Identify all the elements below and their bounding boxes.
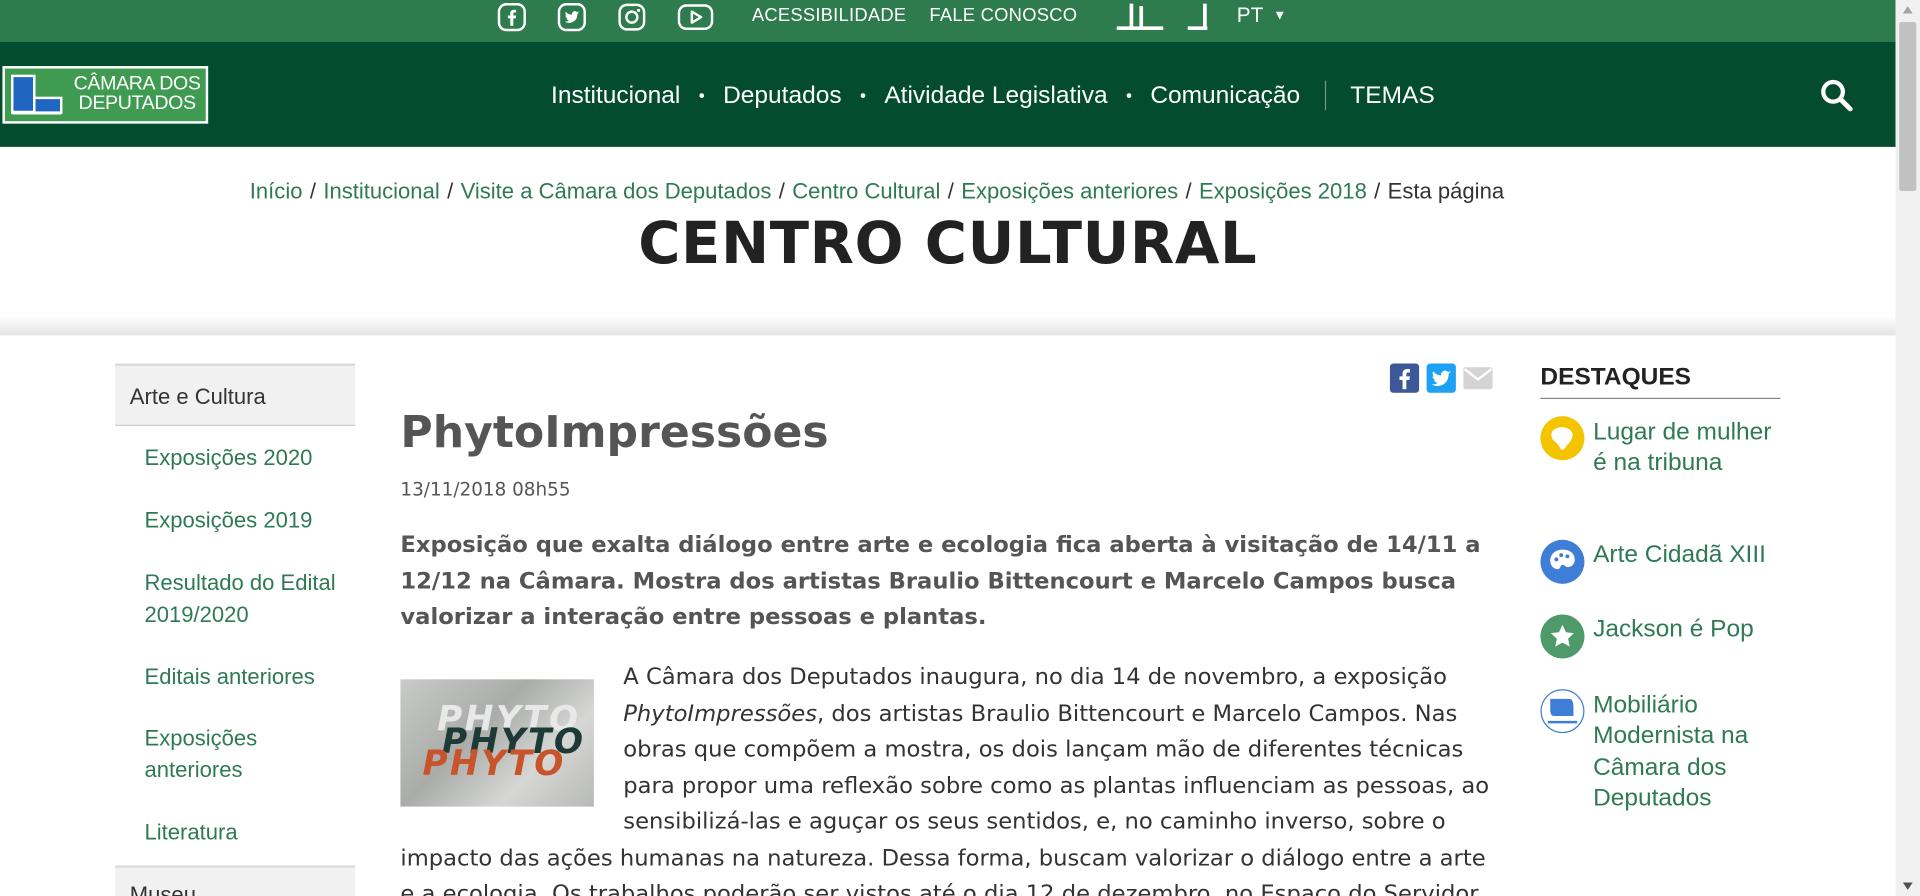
- sidebar-item-exposicoes-anteriores[interactable]: Exposições anteriores: [144, 722, 352, 786]
- page-title: CENTRO CULTURAL: [638, 210, 1258, 278]
- destaque-arte-cidada[interactable]: Arte Cidadã XIII: [1593, 540, 1777, 571]
- breadcrumb-link[interactable]: Início: [250, 179, 303, 203]
- breadcrumb: Início / Institucional / Visite a Câmara dos…: [250, 179, 1504, 205]
- congress-building-icon: [11, 74, 63, 115]
- destaques-title: DESTAQUES: [1540, 364, 1781, 400]
- main-nav: Institucional • Deputados • Atividade Le…: [551, 80, 1435, 111]
- main-header: CÂMARA DOS DEPUTADOS Institucional • Dep…: [0, 41, 1896, 147]
- breadcrumb-link[interactable]: Exposições anteriores: [961, 179, 1178, 203]
- scroll-down-arrow-icon[interactable]: [1896, 876, 1920, 896]
- search-icon[interactable]: [1820, 78, 1854, 112]
- breadcrumb-separator: /: [1185, 178, 1192, 204]
- language-selector[interactable]: PT ▼: [1237, 4, 1287, 28]
- header-shadow: [0, 315, 1896, 336]
- nav-temas[interactable]: TEMAS: [1350, 81, 1434, 109]
- breadcrumb-separator: /: [447, 178, 454, 204]
- email-share-icon[interactable]: [1463, 364, 1493, 393]
- sidebar-header[interactable]: Arte e Cultura: [115, 363, 356, 426]
- destaque-jackson-e-pop[interactable]: Jackson é Pop: [1593, 614, 1777, 645]
- nav-separator: •: [859, 85, 866, 106]
- star-icon[interactable]: [1540, 614, 1585, 659]
- nav-separator: •: [1125, 85, 1132, 106]
- caret-down-icon: ▼: [1273, 8, 1287, 24]
- nav-deputados[interactable]: Deputados: [723, 81, 841, 109]
- sidebar-item-literatura[interactable]: Literatura: [144, 816, 352, 848]
- vlibras-hands-icon[interactable]: [1114, 1, 1165, 33]
- youtube-icon[interactable]: [677, 1, 714, 33]
- nav-institucional[interactable]: Institucional: [551, 81, 680, 109]
- breadcrumb-current: Esta página: [1387, 178, 1505, 204]
- breadcrumb-link[interactable]: Institucional: [323, 179, 439, 203]
- top-bar: ACESSIBILIDADE FALE CONOSCO PT ▼: [0, 0, 1896, 42]
- destaque-lugar-de-mulher[interactable]: Lugar de mulher é na tribuna: [1593, 417, 1777, 479]
- sidebar-item-editais-anteriores[interactable]: Editais anteriores: [144, 661, 352, 693]
- article-body: PHYTO PHYTO PHYTO A Câmara dos Deputados…: [400, 660, 1490, 896]
- camara-logo[interactable]: CÂMARA DOS DEPUTADOS: [2, 66, 209, 124]
- armchair-icon[interactable]: [1540, 689, 1585, 734]
- thumb-text-orange: PHYTO: [422, 742, 566, 784]
- sidebar-item-exposicoes-2019[interactable]: Exposições 2019: [144, 504, 352, 536]
- twitter-share-icon[interactable]: [1426, 363, 1456, 393]
- nav-divider: [1324, 80, 1326, 111]
- logo-line-1: CÂMARA DOS: [73, 73, 201, 95]
- accessibility-link[interactable]: ACESSIBILIDADE: [752, 5, 907, 26]
- facebook-icon[interactable]: [496, 1, 528, 33]
- breadcrumb-separator: /: [778, 178, 785, 204]
- sidebar: Arte e Cultura Exposições 2020 Exposiçõe…: [115, 363, 356, 896]
- article-body-italic: PhytoImpressões: [623, 700, 818, 727]
- article-lead: Exposição que exalta diálogo entre arte …: [400, 532, 1481, 631]
- twitter-icon[interactable]: [556, 1, 588, 33]
- page: ACESSIBILIDADE FALE CONOSCO PT ▼ CÂMARA D…: [0, 0, 1920, 896]
- signs-icon[interactable]: [1183, 1, 1212, 33]
- breadcrumb-link[interactable]: Centro Cultural: [792, 179, 940, 203]
- nav-separator: •: [698, 85, 705, 106]
- sidebar-item-exposicoes-2020[interactable]: Exposições 2020: [144, 442, 352, 474]
- sidebar-item-museu[interactable]: Museu: [115, 865, 356, 896]
- destaque-mobiliario-modernista[interactable]: Mobiliário Modernista na Câmara dos Depu…: [1593, 690, 1777, 814]
- breadcrumb-link[interactable]: Exposições 2018: [1199, 179, 1367, 203]
- article-date: 13/11/2018 08h55: [400, 478, 571, 501]
- breadcrumb-separator: /: [1374, 178, 1381, 204]
- contact-link[interactable]: FALE CONOSCO: [929, 5, 1077, 26]
- vertical-scrollbar[interactable]: [1895, 0, 1920, 896]
- breadcrumb-separator: /: [947, 178, 954, 204]
- scroll-up-arrow-icon[interactable]: [1896, 0, 1920, 20]
- language-label: PT: [1236, 3, 1264, 27]
- brazil-map-icon[interactable]: [1540, 416, 1585, 461]
- article-thumbnail[interactable]: PHYTO PHYTO PHYTO: [400, 679, 594, 807]
- article-body-intro: A Câmara dos Deputados inaugura, no dia …: [623, 664, 1447, 691]
- nav-atividade-legislativa[interactable]: Atividade Legislativa: [884, 81, 1107, 109]
- breadcrumb-link[interactable]: Visite a Câmara dos Deputados: [461, 179, 772, 203]
- instagram-icon[interactable]: [616, 1, 648, 33]
- scrollbar-thumb[interactable]: [1899, 22, 1917, 191]
- nav-comunicacao[interactable]: Comunicação: [1150, 81, 1300, 109]
- article-title: PhytoImpressões: [400, 407, 829, 458]
- facebook-share-icon[interactable]: [1389, 363, 1420, 393]
- palette-icon[interactable]: [1540, 539, 1585, 584]
- sidebar-item-resultado-edital[interactable]: Resultado do Edital 2019/2020: [144, 567, 352, 631]
- logo-text: CÂMARA DOS DEPUTADOS: [69, 73, 206, 114]
- logo-line-2: DEPUTADOS: [78, 93, 197, 114]
- breadcrumb-separator: /: [309, 178, 316, 204]
